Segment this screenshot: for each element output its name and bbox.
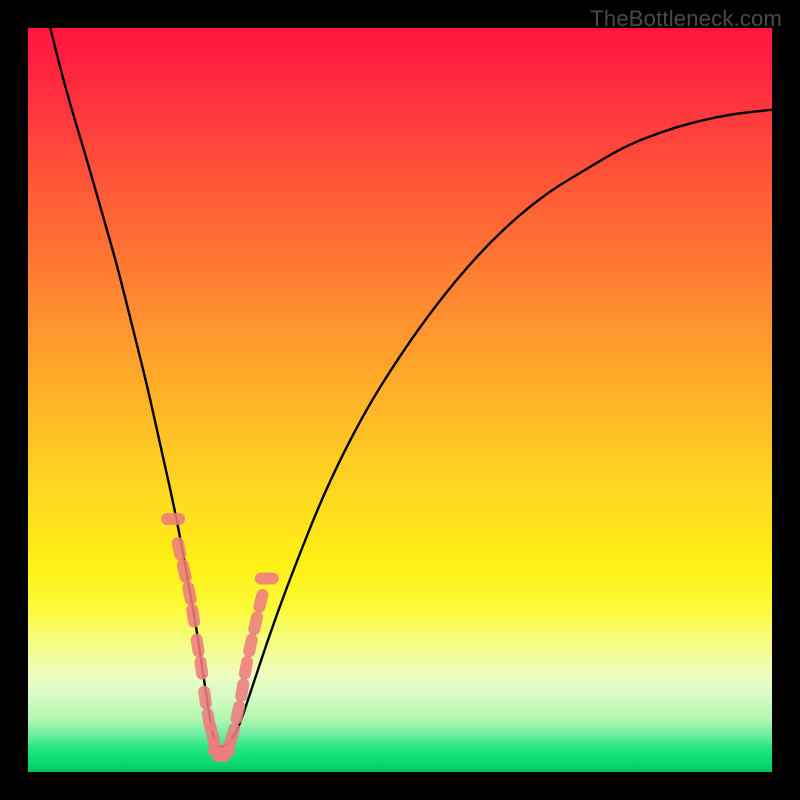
marker-pill xyxy=(247,610,264,636)
marker-pill xyxy=(161,513,185,525)
marker-pill xyxy=(252,588,269,614)
marker-pill xyxy=(176,558,193,584)
bottleneck-curve xyxy=(50,28,772,747)
marker-pill xyxy=(197,685,212,710)
plot-area xyxy=(28,28,772,772)
marker-pill xyxy=(181,580,197,606)
curve-layer xyxy=(28,28,772,772)
marker-pill xyxy=(238,655,254,681)
marker-pill xyxy=(255,573,279,585)
marker-pill xyxy=(194,655,209,680)
marker-pill xyxy=(171,536,188,562)
marker-pill xyxy=(242,633,259,659)
marker-pill xyxy=(229,699,246,725)
watermark-text: TheBottleneck.com xyxy=(590,6,782,32)
chart-frame: TheBottleneck.com xyxy=(0,0,800,800)
marker-pill xyxy=(185,603,201,629)
marker-pill xyxy=(223,722,241,748)
highlight-markers xyxy=(161,513,279,764)
marker-pill xyxy=(190,633,206,659)
